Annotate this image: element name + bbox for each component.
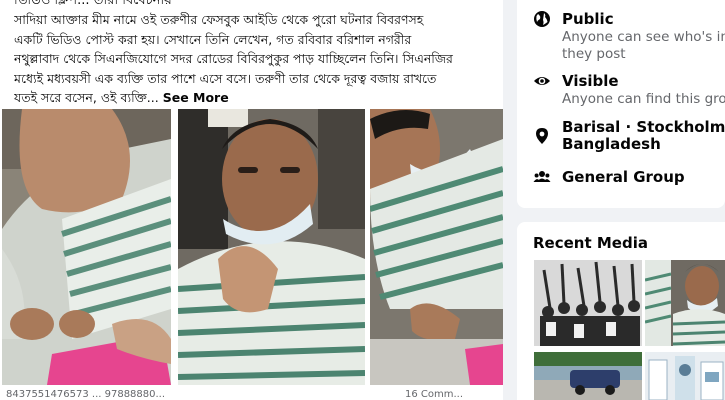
post-text: সাদিয়া আক্তার মীম নামে ওই তরুণীর ফেসবুক… — [14, 10, 492, 108]
visible-description: Anyone can find this grou — [562, 91, 725, 107]
post-card: ভিডিও ক্লিপ... তারা বিবেচনায় সাদিয়া আক… — [0, 0, 503, 400]
group-icon — [533, 168, 551, 186]
media-thumb-video[interactable] — [645, 260, 725, 346]
post-text-line: সাদিয়া আক্তার মীম নামে ওই তরুণীর ফেসবুক… — [14, 12, 424, 27]
media-thumb-hospital[interactable] — [645, 352, 725, 400]
eye-icon — [533, 72, 551, 90]
post-photo-2[interactable] — [178, 109, 365, 385]
location-line-1[interactable]: Barisal · Stockholm, S — [562, 118, 725, 136]
globe-icon — [533, 10, 551, 28]
comments-count-link[interactable]: 16 Comm... — [405, 389, 463, 400]
post-text-line: একটি ভিডিও পোস্ট করা হয়। সেখানে তিনি লে… — [14, 31, 412, 47]
post-footer-meta: 8437551476573 ... 97888880... — [6, 389, 166, 400]
public-description-2: they post — [562, 46, 626, 62]
media-thumb-vehicle[interactable] — [534, 352, 642, 400]
post-text-line: মধ্যেই মধ্যবয়সী এক ব্যক্তি তার পাশে এসে… — [14, 70, 437, 86]
post-footer: 8437551476573 ... 97888880... 16 Comm... — [0, 388, 503, 400]
about-card: Public Anyone can see who's in they post… — [517, 0, 725, 208]
post-photo-1[interactable] — [2, 109, 171, 385]
location-pin-icon — [533, 127, 551, 145]
group-type-label: General Group — [562, 168, 685, 186]
post-text-tail: যতই সরে বসেন, ওই ব্যক্তি... — [14, 90, 159, 105]
location-line-2[interactable]: Bangladesh — [562, 135, 661, 153]
public-description-1: Anyone can see who's in — [562, 29, 725, 45]
see-more-link[interactable]: See More — [163, 90, 229, 105]
post-photo-3[interactable] — [370, 109, 503, 385]
visible-title: Visible — [562, 72, 619, 90]
recent-media-card: Recent Media — [517, 222, 725, 400]
public-title: Public — [562, 10, 614, 28]
post-text-line-last: যতই সরে বসেন, ওই ব্যক্তি... See More — [14, 88, 492, 108]
post-text-line: নথুল্লাবাদ থেকে সিএনজিযোগে সদর রোডের বিব… — [14, 51, 453, 66]
media-thumb-protest[interactable] — [534, 260, 642, 346]
recent-media-title: Recent Media — [533, 234, 648, 252]
